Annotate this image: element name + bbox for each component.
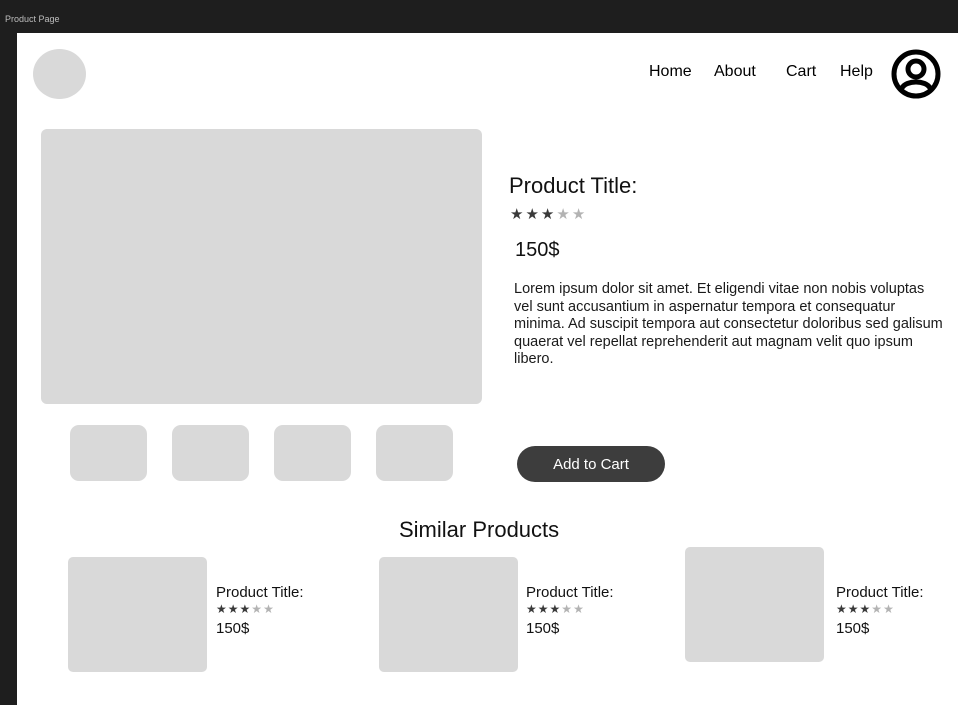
thumbnail-2[interactable] bbox=[172, 425, 249, 481]
nav-about-link[interactable]: About bbox=[714, 63, 756, 81]
similar-product-rating-2: ★★★★★ bbox=[526, 602, 585, 616]
thumbnail-4[interactable] bbox=[376, 425, 453, 481]
similar-product-image-1[interactable] bbox=[68, 557, 207, 672]
similar-product-rating-3: ★★★★★ bbox=[836, 602, 895, 616]
star-filled-icon: ★ bbox=[537, 602, 549, 616]
product-description: Lorem ipsum dolor sit amet. Et eligendi … bbox=[514, 281, 943, 367]
similar-product-title-2[interactable]: Product Title: bbox=[526, 584, 614, 601]
star-empty-icon: ★ bbox=[263, 602, 274, 616]
product-price: 150$ bbox=[515, 239, 560, 261]
similar-product-title-3[interactable]: Product Title: bbox=[836, 584, 924, 601]
nav-cart-link[interactable]: Cart bbox=[786, 63, 816, 81]
star-empty-icon: ★ bbox=[556, 206, 570, 223]
nav-help-link[interactable]: Help bbox=[840, 63, 873, 81]
star-empty-icon: ★ bbox=[251, 602, 263, 616]
thumbnail-1[interactable] bbox=[70, 425, 147, 481]
similar-product-price-2: 150$ bbox=[526, 620, 560, 637]
similar-product-title-1[interactable]: Product Title: bbox=[216, 584, 304, 601]
star-empty-icon: ★ bbox=[561, 602, 573, 616]
star-filled-icon: ★ bbox=[549, 602, 561, 616]
figma-frame-bar: Product Page bbox=[0, 0, 958, 33]
star-filled-icon: ★ bbox=[239, 602, 251, 616]
similar-products-heading: Similar Products bbox=[399, 517, 560, 542]
star-filled-icon: ★ bbox=[526, 602, 537, 616]
star-filled-icon: ★ bbox=[510, 206, 524, 223]
similar-product-rating-1: ★★★★★ bbox=[216, 602, 275, 616]
star-filled-icon: ★ bbox=[859, 602, 871, 616]
thumbnail-3[interactable] bbox=[274, 425, 351, 481]
star-filled-icon: ★ bbox=[525, 206, 539, 223]
star-filled-icon: ★ bbox=[227, 602, 239, 616]
star-filled-icon: ★ bbox=[216, 602, 227, 616]
star-empty-icon: ★ bbox=[573, 602, 584, 616]
main-product-image bbox=[41, 129, 482, 404]
frame-label: Product Page bbox=[5, 14, 60, 24]
star-empty-icon: ★ bbox=[871, 602, 883, 616]
logo-placeholder[interactable] bbox=[33, 49, 86, 99]
similar-product-price-3: 150$ bbox=[836, 620, 870, 637]
similar-product-image-3[interactable] bbox=[685, 547, 824, 662]
nav-home-link[interactable]: Home bbox=[649, 63, 692, 81]
similar-product-image-2[interactable] bbox=[379, 557, 518, 672]
product-rating: ★ ★ ★ ★ ★ bbox=[510, 205, 587, 223]
product-page: Home About Cart Help Product Title: ★ ★ ★ ★… bbox=[17, 33, 958, 705]
product-title: Product Title: bbox=[509, 173, 638, 198]
star-empty-icon: ★ bbox=[883, 602, 894, 616]
star-filled-icon: ★ bbox=[540, 206, 555, 223]
star-filled-icon: ★ bbox=[836, 602, 847, 616]
star-filled-icon: ★ bbox=[847, 602, 859, 616]
user-circle-icon[interactable] bbox=[890, 48, 942, 100]
add-to-cart-button[interactable]: Add to Cart bbox=[517, 446, 665, 482]
star-empty-icon: ★ bbox=[571, 206, 586, 223]
similar-product-price-1: 150$ bbox=[216, 620, 250, 637]
